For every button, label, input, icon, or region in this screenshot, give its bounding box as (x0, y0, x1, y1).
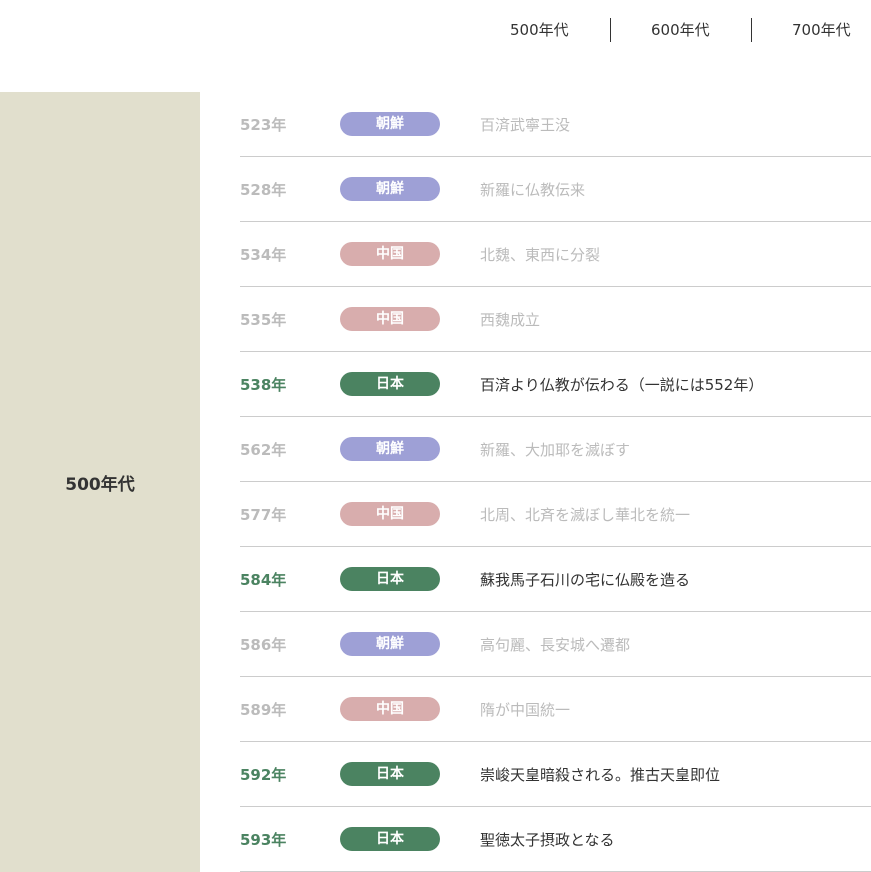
region-badge-korea: 朝鮮 (340, 177, 440, 201)
event-list: 523年 朝鮮 百済武寧王没 528年 朝鮮 新羅に仏教伝来 534年 中国 北魏、東西に分裂 5… (240, 92, 871, 872)
era-divider (751, 18, 752, 42)
event-year: 577年 (240, 506, 287, 524)
event-description: 北周、北斉を滅ぼし華北を統一 (480, 506, 691, 524)
event-row: 562年 朝鮮 新羅、大加耶を滅ぼす (240, 417, 871, 482)
era-divider (610, 18, 611, 42)
event-row: 538年 日本 百済より仏教が伝わる（一説には552年） (240, 352, 871, 417)
event-year: 523年 (240, 116, 287, 134)
event-year: 589年 (240, 701, 287, 719)
event-description: 百済より仏教が伝わる（一説には552年） (480, 376, 764, 394)
event-row: 523年 朝鮮 百済武寧王没 (240, 92, 871, 157)
event-description: 高句麗、長安城へ遷都 (480, 636, 631, 654)
event-year: 586年 (240, 636, 287, 654)
event-row: 577年 中国 北周、北斉を滅ぼし華北を統一 (240, 482, 871, 547)
event-year: 592年 (240, 766, 287, 784)
region-badge-china: 中国 (340, 242, 440, 266)
event-row: 589年 中国 隋が中国統一 (240, 677, 871, 742)
region-badge-china: 中国 (340, 307, 440, 331)
event-year: 534年 (240, 246, 287, 264)
region-badge-china: 中国 (340, 697, 440, 721)
region-badge-japan: 日本 (340, 762, 440, 786)
event-row: 593年 日本 聖徳太子摂政となる (240, 807, 871, 872)
event-row: 586年 朝鮮 高句麗、長安城へ遷都 (240, 612, 871, 677)
event-description: 新羅、大加耶を滅ぼす (480, 441, 631, 459)
era-nav: 500年代 600年代 700年代 (0, 18, 871, 42)
event-description: 崇峻天皇暗殺される。推古天皇即位 (480, 766, 721, 784)
event-row: 534年 中国 北魏、東西に分裂 (240, 222, 871, 287)
era-link-700s[interactable]: 700年代 (792, 18, 851, 42)
event-year: 538年 (240, 376, 287, 394)
event-description: 新羅に仏教伝来 (480, 181, 586, 199)
region-badge-japan: 日本 (340, 372, 440, 396)
era-link-500s[interactable]: 500年代 (510, 18, 569, 42)
event-row: 528年 朝鮮 新羅に仏教伝来 (240, 157, 871, 222)
event-description: 百済武寧王没 (480, 116, 571, 134)
event-description: 北魏、東西に分裂 (480, 246, 601, 264)
event-year: 593年 (240, 831, 287, 849)
region-badge-china: 中国 (340, 502, 440, 526)
event-description: 西魏成立 (480, 311, 541, 329)
region-badge-korea: 朝鮮 (340, 437, 440, 461)
region-badge-korea: 朝鮮 (340, 112, 440, 136)
region-badge-japan: 日本 (340, 827, 440, 851)
event-row: 584年 日本 蘇我馬子石川の宅に仏殿を造る (240, 547, 871, 612)
region-badge-korea: 朝鮮 (340, 632, 440, 656)
era-sidebar: 500年代 (0, 92, 200, 872)
event-row: 535年 中国 西魏成立 (240, 287, 871, 352)
era-link-600s[interactable]: 600年代 (651, 18, 710, 42)
event-year: 584年 (240, 571, 287, 589)
event-description: 蘇我馬子石川の宅に仏殿を造る (480, 571, 691, 589)
event-year: 562年 (240, 441, 287, 459)
event-description: 隋が中国統一 (480, 701, 571, 719)
event-year: 535年 (240, 311, 287, 329)
region-badge-japan: 日本 (340, 567, 440, 591)
event-year: 528年 (240, 181, 287, 199)
event-description: 聖徳太子摂政となる (480, 831, 615, 849)
era-sidebar-label: 500年代 (65, 475, 135, 495)
event-row: 592年 日本 崇峻天皇暗殺される。推古天皇即位 (240, 742, 871, 807)
